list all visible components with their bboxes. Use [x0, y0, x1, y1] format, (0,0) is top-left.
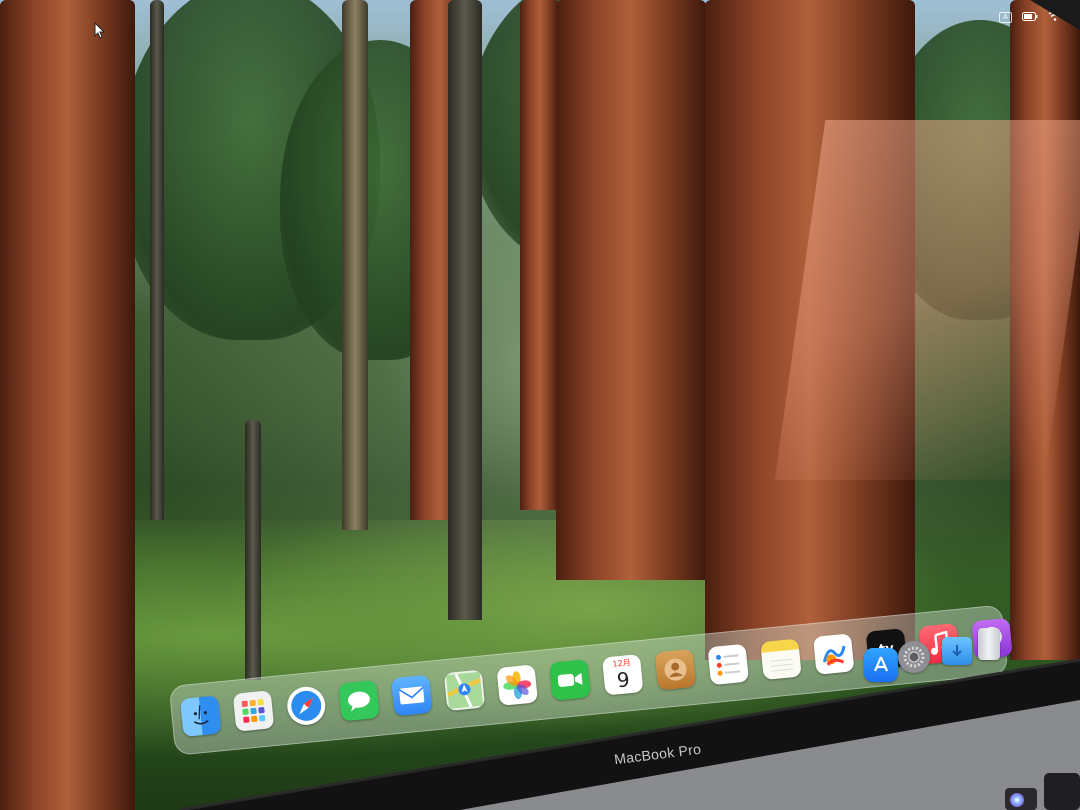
screen-glare [774, 120, 1080, 480]
sequoia-trunk [556, 0, 706, 580]
maps-icon[interactable] [443, 669, 486, 712]
calendar-day-label: 9 [615, 667, 631, 693]
messages-icon[interactable] [338, 679, 380, 722]
mail-icon[interactable] [390, 674, 433, 717]
freeform-icon[interactable] [812, 633, 855, 675]
tree-trunk [448, 0, 482, 620]
sequoia-trunk [0, 0, 135, 810]
menu-bar-status-area: A [999, 8, 1062, 26]
folder-icon[interactable] [942, 637, 972, 665]
app-store-icon[interactable] [864, 648, 898, 682]
trash-icon[interactable] [978, 628, 1000, 660]
tree-trunk [342, 0, 368, 530]
mouse-pointer-icon [94, 21, 106, 45]
sequoia-trunk [520, 0, 560, 510]
reminders-icon[interactable] [707, 643, 749, 686]
notes-icon[interactable] [760, 638, 802, 681]
contacts-icon[interactable] [654, 648, 697, 691]
gear-icon[interactable] [898, 641, 930, 673]
siri-icon [1010, 793, 1024, 807]
input-source-icon[interactable]: A [999, 11, 1012, 23]
tree-trunk [150, 0, 164, 520]
calendar-icon[interactable]: 12月 9 [601, 654, 644, 696]
keyboard-key [1044, 773, 1080, 810]
facetime-icon[interactable] [549, 659, 591, 701]
wifi-icon[interactable] [1048, 8, 1062, 26]
photos-icon[interactable] [496, 664, 539, 706]
tree-trunk [245, 420, 261, 680]
launchpad-icon[interactable] [232, 690, 275, 732]
finder-icon[interactable] [180, 695, 222, 737]
battery-icon[interactable] [1022, 8, 1038, 26]
